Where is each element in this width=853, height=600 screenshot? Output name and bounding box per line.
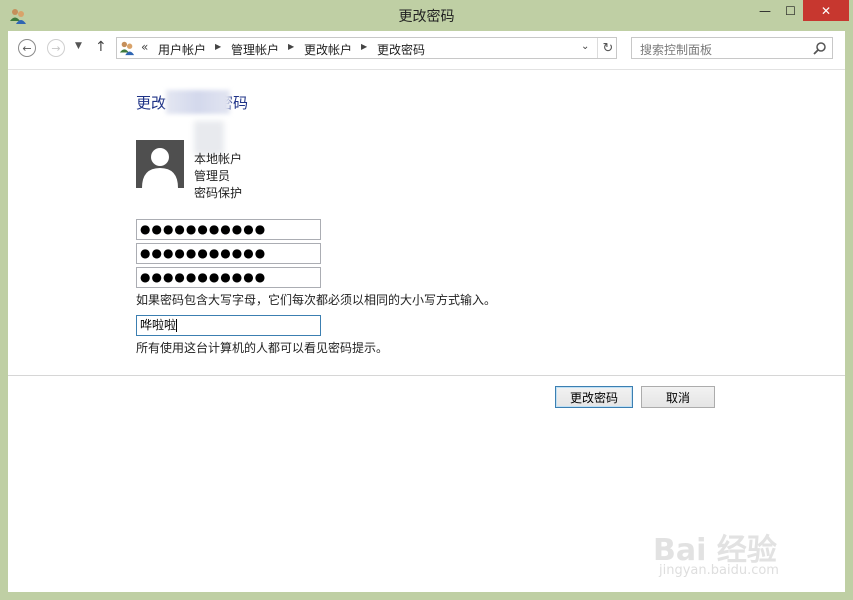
divider (8, 375, 845, 376)
user-avatar-icon (136, 140, 184, 188)
up-icon[interactable]: ↑ (95, 39, 107, 55)
watermark-url: jingyan.baidu.com (659, 563, 779, 578)
address-chevron-icon[interactable]: « (141, 40, 148, 54)
watermark: Bai 经验 jingyan.baidu.com (653, 511, 833, 586)
control-panel-window: 更改密码 — ☐ ✕ ← → ▼ ↑ « 用户帐户 ▶ 管理帐户 ▶ 更改帐户 … (0, 0, 853, 600)
redacted-username (166, 90, 230, 114)
case-sensitivity-note: 如果密码包含大写字母，它们每次都必须以相同的大小写方式输入。 (136, 293, 497, 307)
users-icon (119, 41, 135, 56)
password-hint-field[interactable]: 哗啦啦 (136, 315, 321, 336)
current-password-field[interactable]: ●●●●●●●●●●● (136, 219, 321, 240)
breadcrumb-separator-icon[interactable]: ▶ (288, 42, 294, 51)
cancel-button[interactable]: 取消 (641, 386, 715, 408)
close-button[interactable]: ✕ (803, 0, 849, 21)
search-input[interactable]: 搜索控制面板 (631, 37, 833, 59)
minimize-button[interactable]: — (752, 0, 778, 21)
hint-visibility-note: 所有使用这台计算机的人都可以看见密码提示。 (136, 341, 389, 355)
breadcrumb-separator-icon[interactable]: ▶ (215, 42, 221, 51)
search-placeholder: 搜索控制面板 (640, 43, 713, 57)
breadcrumb-separator-icon[interactable]: ▶ (361, 42, 367, 51)
breadcrumb-change-account[interactable]: 更改帐户 (304, 41, 352, 58)
maximize-button[interactable]: ☐ (778, 0, 803, 21)
change-password-button[interactable]: 更改密码 (555, 386, 633, 408)
confirm-password-field[interactable]: ●●●●●●●●●●● (136, 267, 321, 288)
window-content: ← → ▼ ↑ « 用户帐户 ▶ 管理帐户 ▶ 更改帐户 ▶ 更改密码 ⌄ ↻ … (8, 31, 845, 592)
page-title-prefix: 更改 (136, 94, 167, 112)
back-button[interactable]: ← (18, 39, 36, 57)
new-password-field[interactable]: ●●●●●●●●●●● (136, 243, 321, 264)
title-bar[interactable]: 更改密码 — ☐ ✕ (0, 0, 853, 32)
account-type: 本地帐户 (194, 152, 243, 166)
breadcrumb-manage-accounts[interactable]: 管理帐户 (231, 41, 279, 58)
address-bar[interactable]: « 用户帐户 ▶ 管理帐户 ▶ 更改帐户 ▶ 更改密码 ⌄ ↻ (116, 37, 617, 59)
breadcrumb-user-accounts[interactable]: 用户帐户 (158, 41, 206, 58)
password-hint-value: 哗啦啦 (140, 318, 177, 332)
text-caret (176, 319, 178, 332)
account-role: 管理员 (194, 169, 231, 183)
navigation-bar: ← → ▼ ↑ « 用户帐户 ▶ 管理帐户 ▶ 更改帐户 ▶ 更改密码 ⌄ ↻ … (8, 31, 845, 70)
breadcrumb-change-password[interactable]: 更改密码 (377, 41, 425, 58)
refresh-icon[interactable]: ↻ (597, 38, 618, 58)
address-dropdown-icon[interactable]: ⌄ (581, 41, 589, 52)
forward-button[interactable]: → (47, 39, 65, 57)
search-icon[interactable] (813, 41, 827, 55)
window-title: 更改密码 (398, 9, 455, 25)
account-status: 密码保护 (194, 186, 243, 200)
recent-locations-icon[interactable]: ▼ (75, 41, 82, 51)
